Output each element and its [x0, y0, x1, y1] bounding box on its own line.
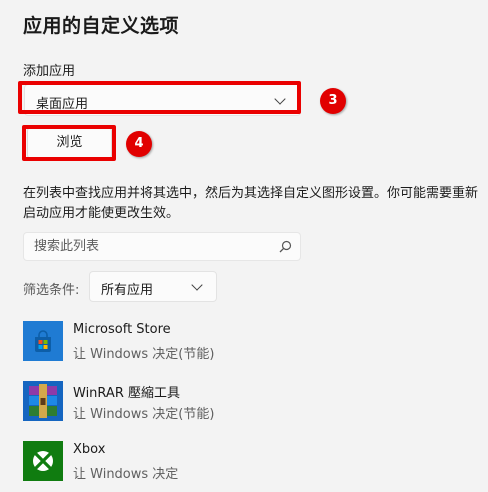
highlight-box-browse	[22, 125, 116, 161]
app-name: Xbox	[73, 442, 106, 457]
app-setting: 让 Windows 决定	[73, 467, 179, 482]
search-icon[interactable]	[279, 240, 292, 253]
filter-dropdown-value: 所有应用	[101, 283, 154, 298]
app-name: Microsoft Store	[73, 322, 171, 337]
search-input[interactable]	[24, 233, 274, 260]
step-badge-3: 3	[320, 88, 346, 114]
description-text: 在列表中查找应用并将其选中，然后为其选择自定义图形设置。你可能需要重新启动应用才…	[23, 186, 479, 221]
app-name: WinRAR 壓縮工具	[73, 386, 180, 401]
highlight-box-dropdown	[18, 81, 301, 114]
chevron-down-icon	[191, 279, 203, 291]
app-list-item-winrar[interactable]: WinRAR 壓縮工具 让 Windows 决定(节能)	[23, 381, 423, 422]
search-box[interactable]	[23, 232, 301, 261]
filter-label: 筛选条件:	[23, 283, 80, 298]
app-list-item-xbox[interactable]: Xbox 让 Windows 决定	[23, 441, 423, 482]
step-badge-4: 4	[126, 131, 152, 157]
app-list-item-microsoft-store[interactable]: Microsoft Store 让 Windows 决定(节能)	[23, 321, 423, 362]
filter-dropdown[interactable]: 所有应用	[89, 271, 217, 302]
microsoft-store-icon	[23, 321, 63, 361]
page-title: 应用的自定义选项	[23, 15, 180, 37]
app-setting: 让 Windows 决定(节能)	[73, 407, 215, 422]
winrar-icon	[23, 381, 63, 421]
add-app-label: 添加应用	[23, 64, 76, 79]
app-setting: 让 Windows 决定(节能)	[73, 347, 215, 362]
xbox-icon	[23, 441, 63, 481]
